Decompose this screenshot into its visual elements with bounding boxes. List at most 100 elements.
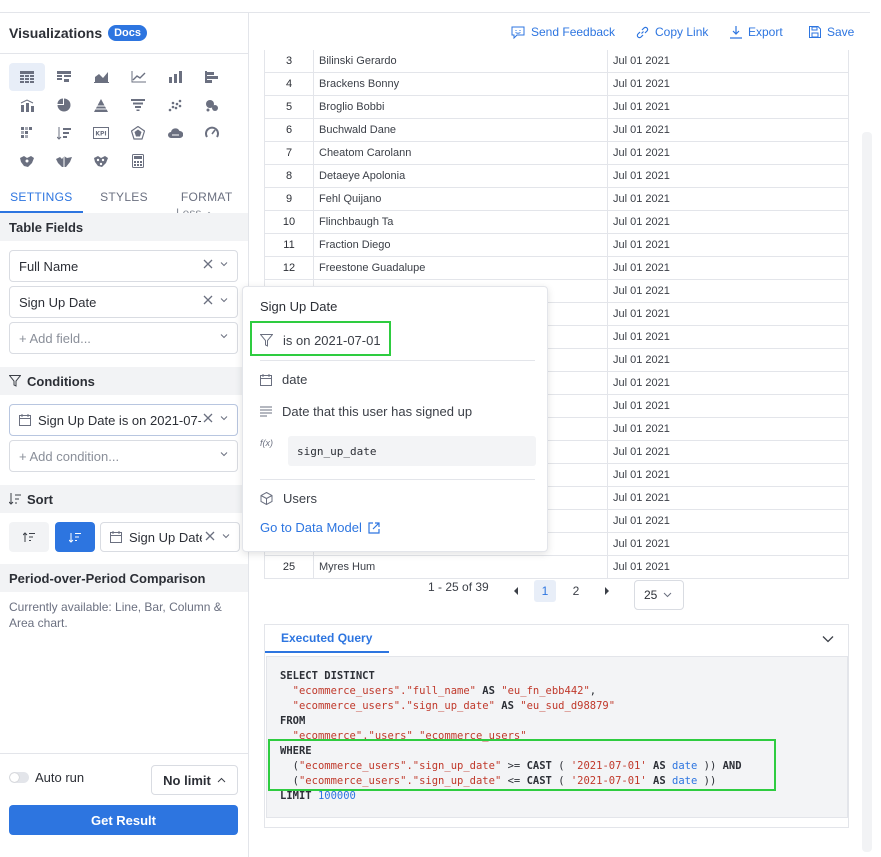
scatter-chart-icon[interactable] bbox=[157, 91, 193, 119]
copy-link-button[interactable]: Copy Link bbox=[636, 25, 708, 39]
download-icon bbox=[730, 25, 742, 39]
geo-map-icon[interactable] bbox=[9, 147, 45, 175]
pyramid-chart-icon[interactable] bbox=[83, 91, 119, 119]
go-to-data-model-link[interactable]: Go to Data Model bbox=[260, 520, 380, 535]
limit-select[interactable]: No limit bbox=[151, 765, 238, 795]
chevron-down-icon[interactable] bbox=[219, 413, 229, 423]
chevron-down-icon[interactable] bbox=[219, 259, 229, 269]
page-size-select[interactable]: 25 bbox=[634, 580, 684, 610]
full-name-cell: Buchwald Dane bbox=[319, 124, 397, 136]
auto-run-toggle[interactable]: Auto run bbox=[9, 770, 84, 785]
sort-ascending-button[interactable] bbox=[9, 522, 49, 552]
sign-up-date-cell: Jul 01 2021 bbox=[607, 441, 849, 464]
sign-up-date-cell: Jul 01 2021 bbox=[607, 280, 849, 303]
send-feedback-button[interactable]: Send Feedback bbox=[511, 25, 615, 39]
chevron-down-icon[interactable] bbox=[219, 295, 229, 305]
funnel-chart-icon[interactable] bbox=[120, 91, 156, 119]
sort-field-select[interactable]: Sign Up Date bbox=[100, 522, 240, 552]
condition-sign-up-date[interactable]: Sign Up Date is on 2021-07-0 bbox=[9, 404, 238, 436]
full-name-cell: Detaeye Apolonia bbox=[319, 170, 406, 182]
go-to-data-model-label: Go to Data Model bbox=[260, 520, 362, 535]
kpi-metric-icon[interactable]: KPI bbox=[83, 119, 119, 147]
sort-descending-button[interactable] bbox=[55, 522, 95, 552]
area-chart-icon[interactable] bbox=[83, 63, 119, 91]
add-condition-input[interactable]: + Add condition... bbox=[9, 440, 238, 472]
close-icon[interactable] bbox=[203, 259, 213, 269]
next-page-button[interactable] bbox=[596, 580, 618, 602]
toggle-switch[interactable] bbox=[9, 772, 29, 783]
pagination-controls: 1 2 bbox=[505, 580, 618, 602]
row-number: 9 bbox=[264, 188, 314, 211]
get-result-button[interactable]: Get Result bbox=[9, 805, 238, 835]
docs-badge[interactable]: Docs bbox=[108, 25, 148, 41]
bar-chart-icon[interactable] bbox=[157, 63, 193, 91]
table-chart-icon[interactable] bbox=[9, 63, 45, 91]
word-cloud-icon[interactable] bbox=[157, 119, 193, 147]
chevron-up-icon bbox=[217, 777, 226, 783]
field-full-name[interactable]: Full Name bbox=[9, 250, 238, 282]
sign-up-date-cell: Jul 01 2021 bbox=[607, 418, 849, 441]
heatmap-chart-icon[interactable] bbox=[9, 119, 45, 147]
tab-format[interactable]: FORMAT bbox=[165, 185, 248, 213]
save-icon bbox=[809, 26, 821, 38]
sign-up-date-cell: Jul 01 2021 bbox=[607, 165, 849, 188]
save-button[interactable]: Save bbox=[809, 25, 854, 39]
page-2-button[interactable]: 2 bbox=[565, 580, 587, 602]
row-number: 4 bbox=[264, 73, 314, 96]
add-field-input[interactable]: + Add field... bbox=[9, 322, 238, 354]
calendar-icon bbox=[110, 531, 122, 543]
bubble-chart-icon[interactable] bbox=[194, 91, 230, 119]
horizontal-bar-icon[interactable] bbox=[194, 63, 230, 91]
chevron-down-icon[interactable] bbox=[219, 449, 229, 459]
filter-icon bbox=[9, 375, 21, 387]
link-icon bbox=[636, 26, 649, 38]
conditions-title: Conditions bbox=[27, 373, 95, 389]
add-field-placeholder: + Add field... bbox=[19, 330, 91, 346]
send-feedback-label: Send Feedback bbox=[531, 25, 616, 39]
row-number: 8 bbox=[264, 165, 314, 188]
sort-heading: Sort bbox=[0, 485, 248, 513]
sign-up-date-cell: Jul 01 2021 bbox=[607, 257, 849, 280]
scrollbar[interactable] bbox=[862, 132, 872, 852]
table-row: 8 Detaeye Apolonia Jul 01 2021 bbox=[264, 165, 849, 188]
condition-label: Sign Up Date is on 2021-07-0 bbox=[38, 412, 201, 428]
page-1-button[interactable]: 1 bbox=[534, 580, 556, 602]
close-icon[interactable] bbox=[203, 295, 213, 305]
tab-styles[interactable]: STYLES bbox=[83, 185, 166, 213]
field-sign-up-date[interactable]: Sign Up Date bbox=[9, 286, 238, 318]
executed-query-tab[interactable]: Executed Query bbox=[265, 625, 389, 653]
pie-chart-icon[interactable] bbox=[46, 91, 82, 119]
sign-up-date-cell: Jul 01 2021 bbox=[607, 487, 849, 510]
radar-chart-icon[interactable] bbox=[120, 119, 156, 147]
gauge-chart-icon[interactable] bbox=[194, 119, 230, 147]
sign-up-date-cell: Jul 01 2021 bbox=[607, 326, 849, 349]
sorted-list-icon[interactable] bbox=[46, 119, 82, 147]
chevron-down-icon[interactable] bbox=[219, 331, 229, 341]
popover-sql-name: sign_up_date bbox=[288, 436, 536, 466]
export-button[interactable]: Export bbox=[730, 25, 783, 39]
close-icon[interactable] bbox=[203, 413, 213, 423]
copy-link-label: Copy Link bbox=[655, 25, 709, 39]
calculator-icon[interactable] bbox=[120, 147, 156, 175]
line-chart-icon[interactable] bbox=[120, 63, 156, 91]
sign-up-date-cell: Jul 01 2021 bbox=[607, 349, 849, 372]
combo-chart-icon[interactable] bbox=[9, 91, 45, 119]
caret-right-icon bbox=[605, 587, 609, 595]
sign-up-date-cell: Jul 01 2021 bbox=[607, 556, 849, 579]
save-label: Save bbox=[827, 25, 855, 39]
chevron-down-icon[interactable] bbox=[221, 531, 231, 541]
pivot-table-icon[interactable] bbox=[46, 63, 82, 91]
close-icon[interactable] bbox=[205, 531, 215, 541]
point-map-icon[interactable] bbox=[83, 147, 119, 175]
region-map-icon[interactable] bbox=[46, 147, 82, 175]
caret-left-icon bbox=[514, 587, 518, 595]
tab-settings[interactable]: SETTINGS bbox=[0, 185, 83, 213]
limit-label: No limit bbox=[163, 772, 211, 788]
table-row: 10 Flinchbaugh Ta Jul 01 2021 bbox=[264, 211, 849, 234]
add-condition-placeholder: + Add condition... bbox=[19, 448, 120, 464]
chevron-down-icon[interactable] bbox=[822, 635, 834, 643]
settings-tabs: SETTINGS STYLES FORMAT bbox=[0, 185, 248, 213]
table-row: 25 Myres Hum Jul 01 2021 bbox=[264, 556, 849, 579]
sort-descending-icon bbox=[69, 532, 81, 543]
prev-page-button[interactable] bbox=[505, 580, 527, 602]
